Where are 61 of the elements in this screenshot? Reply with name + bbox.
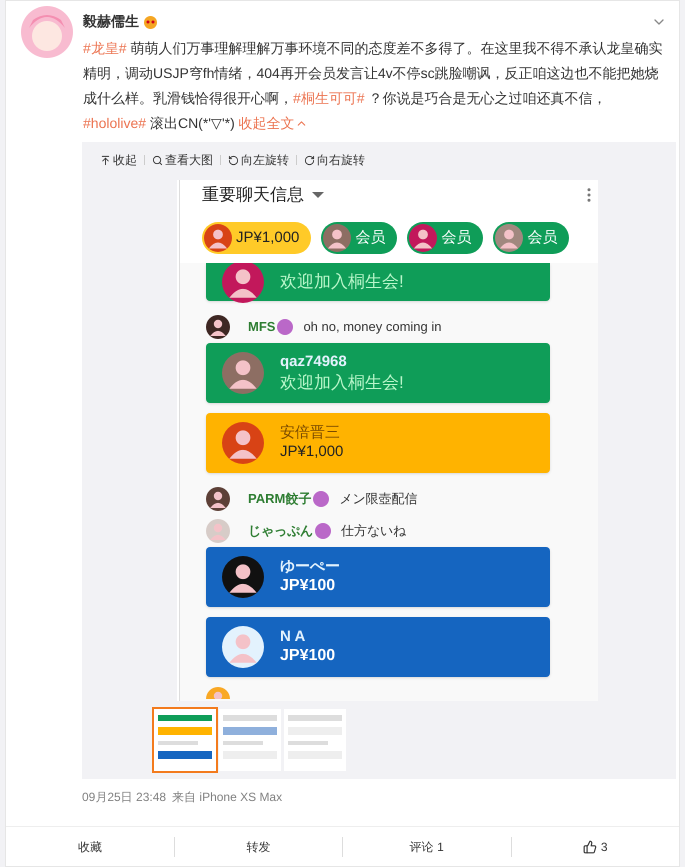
member-badge-icon [277,319,294,335]
card-author: N A [280,628,306,646]
avatar [222,352,264,394]
post-source: 来自 iPhone XS Max [172,789,282,806]
avatar [222,626,264,668]
avatar [204,224,232,252]
ticker-chip[interactable]: 会员 [407,222,484,254]
ticker-label: 会员 [527,228,558,248]
ticker-label: 会员 [355,228,386,248]
avatar [222,556,264,598]
thumbs-up-icon [582,840,597,854]
card-author: 安倍晋三 [280,424,341,443]
action-button[interactable]: 评论 1 [343,838,510,856]
avatar [495,224,524,252]
avatar [206,487,230,511]
author-name[interactable]: 毅赫儒生 [83,11,139,32]
toolbar-button[interactable]: 向右旋转 [304,151,365,169]
card-message: 欢迎加入桐生会! [280,372,404,393]
ticker-label: JP¥1,000 [236,228,300,248]
post-time[interactable]: 09月25日 23:48 [82,788,166,826]
thumbnail[interactable] [219,709,281,771]
action-button[interactable]: 收藏 [6,838,174,856]
avatar[interactable] [21,6,73,58]
toolbar-icon [100,154,111,166]
toolbar-icon [228,154,239,166]
avatar [222,422,264,464]
ticker-chip[interactable]: 会员 [321,222,398,254]
post-text: #龙皇# 萌萌人们万事理解理解万事环境不同的态度差不多得了。在这里我不得不承认龙皇确实精明，调动USJP穹fh情绪，404再开会员发言让4v不停sc跳脸嘲讽，反正咱这边也不能把她烧成什么样。乳滑钱恰得很开心啊，#桐生可可# ？你说是巧合是无心之过咱还真不信， #hololive# 滚出CN(*'▽'*) 收起全文 [83,36,667,136]
chat-message: oh no, money coming in [303,318,442,336]
chat-title[interactable]: 重要聊天信息 [202,182,304,208]
toolbar-button[interactable]: 向左旋转 [228,151,289,169]
avatar [409,224,438,252]
dropdown-caret-icon[interactable] [312,192,324,198]
ticker-label: 会员 [441,228,472,248]
chat-message: メン限壺配信 [339,490,418,508]
chat-author: じゃっぷん [248,522,313,540]
toolbar-icon [304,154,315,166]
card-author: qaz74968 [280,353,348,372]
ticker-chip[interactable]: 会员 [493,222,570,254]
toolbar-icon [152,154,163,166]
avatar [323,224,352,252]
card-message: JP¥100 [280,646,336,666]
card-message: JP¥1,000 [280,443,344,462]
member-badge-icon [315,523,331,539]
card-message: 欢迎加入桐生会! [280,271,404,293]
thumbnail[interactable] [284,709,346,771]
avatar [206,519,230,543]
toolbar-button[interactable]: 查看大图 [152,151,213,169]
ticker-chip[interactable]: JP¥1,000 [202,222,312,254]
chat-message: 仕方ないね [341,522,406,540]
card-author: ゆーぺー [280,558,340,576]
avatar [222,261,264,303]
thumbnail[interactable] [154,709,216,771]
member-badge-icon [313,491,330,507]
avatar [206,315,230,339]
card-message: JP¥100 [280,576,336,596]
action-button[interactable]: 转发 [174,838,342,856]
toolbar-button[interactable]: 收起 [100,151,137,169]
action-button[interactable]: 3 [512,838,679,856]
chat-author: PARM餃子 [248,490,312,508]
chat-author: MFS [248,318,276,336]
